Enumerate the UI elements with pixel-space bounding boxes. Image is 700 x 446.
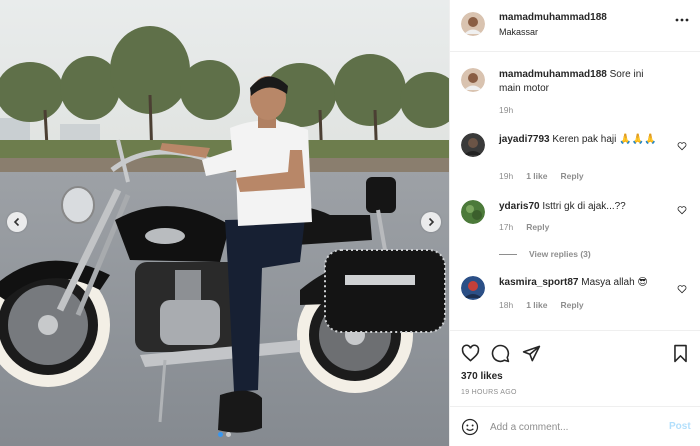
- post-username[interactable]: mamadmuhammad188: [499, 12, 607, 23]
- comment-time: 19h: [499, 171, 514, 181]
- caption-time: 19h: [499, 105, 514, 115]
- comment-emoji: 🙏🙏🙏: [619, 134, 657, 145]
- heart-icon[interactable]: [677, 141, 687, 151]
- post-location[interactable]: Makassar: [499, 27, 538, 37]
- view-replies-label[interactable]: View replies (3): [529, 249, 591, 259]
- caption-meta: 19h: [499, 105, 513, 115]
- reply-button[interactable]: Reply: [526, 222, 549, 232]
- comment-likes[interactable]: 1 like: [526, 171, 547, 181]
- avatar[interactable]: [461, 200, 485, 224]
- reply-button[interactable]: Reply: [560, 171, 583, 181]
- emoji-icon[interactable]: [461, 418, 479, 436]
- comment-time: 17h: [499, 222, 514, 232]
- view-replies-button[interactable]: View replies (3): [499, 249, 591, 259]
- reply-button[interactable]: Reply: [560, 300, 583, 310]
- share-icon[interactable]: [522, 344, 541, 363]
- avatar[interactable]: [461, 133, 485, 157]
- more-icon[interactable]: [675, 17, 689, 23]
- previous-photo-button[interactable]: [7, 212, 27, 232]
- comment-meta: 18h 1 like Reply: [499, 300, 584, 310]
- carousel-indicator: [0, 432, 449, 437]
- avatar[interactable]: [461, 276, 485, 300]
- carousel-dot: [218, 432, 223, 437]
- comment-input[interactable]: [490, 418, 660, 436]
- chevron-right-icon: [428, 217, 435, 227]
- avatar[interactable]: [461, 12, 485, 36]
- post-comment-button[interactable]: Post: [669, 421, 691, 432]
- post-header: mamadmuhammad188 Makassar: [450, 0, 700, 52]
- comment-meta: 19h 1 like Reply: [499, 171, 584, 181]
- comment-meta: 17h Reply: [499, 222, 549, 232]
- comment-text: Isttri gk di ajak...??: [542, 201, 626, 212]
- comment-username[interactable]: kasmira_sport87: [499, 277, 579, 288]
- avatar[interactable]: [461, 68, 485, 92]
- comment-username[interactable]: jayadi7793: [499, 134, 550, 145]
- caption-username[interactable]: mamadmuhammad188: [499, 69, 607, 80]
- add-comment-bar: Post: [450, 406, 700, 446]
- chevron-left-icon: [13, 217, 20, 227]
- heart-icon[interactable]: [677, 205, 687, 215]
- next-photo-button[interactable]: [421, 212, 441, 232]
- comment-username[interactable]: ydaris70: [499, 201, 540, 212]
- comment-icon[interactable]: [491, 344, 510, 363]
- comment-likes[interactable]: 1 like: [526, 300, 547, 310]
- divider: [499, 253, 517, 255]
- comments-list[interactable]: mamadmuhammad188 Sore ini main motor 19h…: [450, 53, 700, 330]
- likes-count[interactable]: 370 likes: [461, 371, 503, 382]
- comment-text: Masya allah: [581, 277, 635, 288]
- heart-icon[interactable]: [677, 284, 687, 294]
- comment-emoji: 😎: [637, 277, 648, 288]
- post-photo: [0, 0, 449, 446]
- comment-text: Keren pak haji: [552, 134, 617, 145]
- carousel-dot: [226, 432, 231, 437]
- bookmark-icon[interactable]: [671, 344, 690, 363]
- post-timestamp: 19 HOURS AGO: [461, 389, 517, 396]
- post-details-panel: mamadmuhammad188 Makassar mamadmuhammad1…: [449, 0, 700, 446]
- post-media[interactable]: [0, 0, 449, 446]
- heart-icon[interactable]: [461, 344, 480, 363]
- comment-time: 18h: [499, 300, 514, 310]
